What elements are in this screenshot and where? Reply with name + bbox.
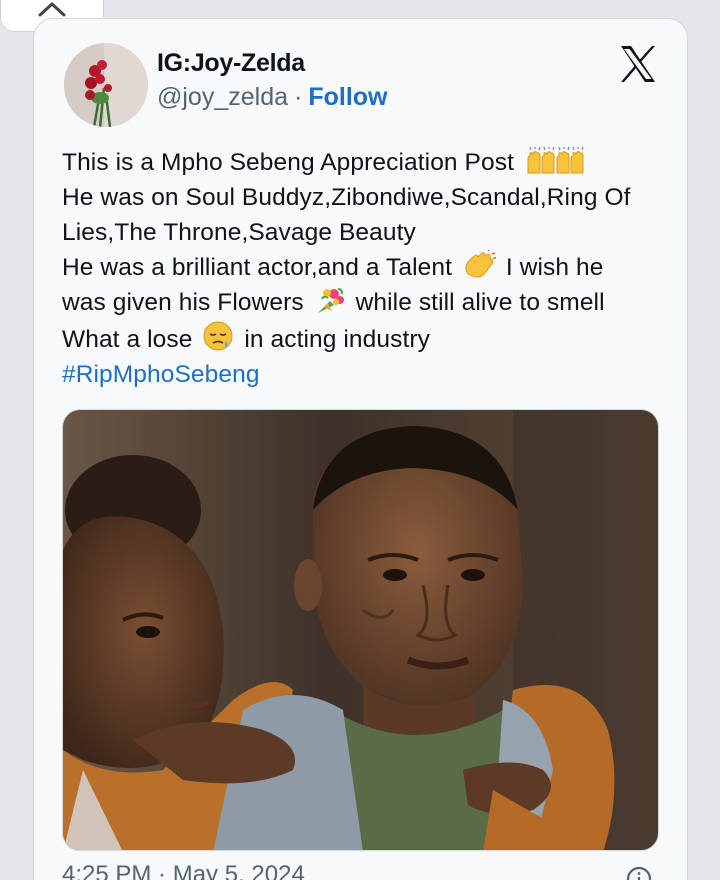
- separator-dot: ·: [294, 83, 303, 111]
- info-circle-icon[interactable]: [625, 865, 653, 880]
- tweet-line: I wish he: [505, 254, 604, 281]
- sad-relieved-face-emoji: [203, 321, 233, 351]
- chevron-up-icon: [38, 2, 66, 17]
- author-handle-row: @joy_zelda · Follow: [157, 83, 388, 112]
- tweet-line: while still alive to smell: [355, 289, 605, 316]
- tweet-line: This is a Mpho Sebeng Appreciation Post: [62, 149, 514, 176]
- bouquet-emoji: [317, 288, 344, 313]
- tweet-timestamp[interactable]: 4:25 PM · May 5, 2024: [62, 861, 305, 880]
- follow-button[interactable]: Follow: [308, 83, 387, 112]
- tweet-line: He was on Soul Buddyz,Zibondiwe,Scandal,…: [62, 184, 631, 211]
- tweet-media-photo[interactable]: [62, 409, 659, 851]
- tweet-line: in acting industry: [244, 326, 430, 353]
- x-logo-icon[interactable]: [617, 43, 659, 85]
- clapping-hands-emoji: [465, 250, 496, 278]
- tweet-text: This is a Mpho Sebeng Appreciation Post …: [62, 145, 662, 392]
- tweet-line: He was a brilliant actor,and a Talent: [62, 254, 453, 281]
- tweet-line: What a lose: [62, 326, 193, 353]
- raised-hands-emoji: [527, 147, 584, 174]
- tweet-card: IG:Joy-Zelda @joy_zelda · Follow This is…: [33, 18, 688, 880]
- tweet-line: Lies,The Throne,Savage Beauty: [62, 219, 416, 246]
- avatar[interactable]: [64, 43, 148, 127]
- tweet-line: was given his Flowers: [62, 289, 304, 316]
- hashtag-link[interactable]: #RipMphoSebeng: [62, 361, 260, 388]
- author-handle[interactable]: @joy_zelda: [157, 83, 288, 112]
- author-display-name[interactable]: IG:Joy-Zelda: [157, 49, 305, 78]
